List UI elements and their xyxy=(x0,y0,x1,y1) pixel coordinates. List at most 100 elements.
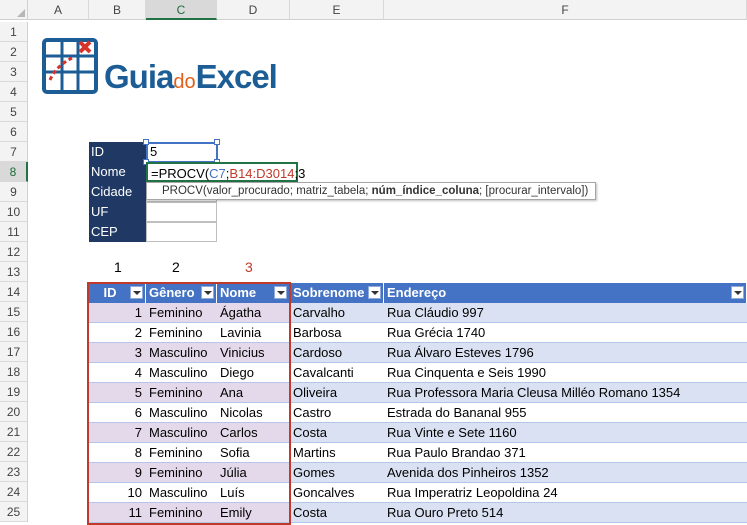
row-header-5[interactable]: 5 xyxy=(0,102,28,122)
row-header-4[interactable]: 4 xyxy=(0,82,28,102)
filter-dropdown-icon[interactable] xyxy=(368,286,381,299)
row-header-3[interactable]: 3 xyxy=(0,62,28,82)
table-cell[interactable]: Luís xyxy=(217,483,290,503)
table-cell[interactable]: Feminino xyxy=(146,463,217,483)
table-cell[interactable]: Ágatha xyxy=(217,303,290,323)
filter-dropdown-icon[interactable] xyxy=(201,286,214,299)
row-header-8[interactable]: 8 xyxy=(0,162,28,182)
table-cell[interactable]: Emily xyxy=(217,503,290,523)
selection-handle[interactable] xyxy=(214,139,220,145)
table-header-4[interactable]: Endereço xyxy=(384,283,747,303)
column-header-e[interactable]: E xyxy=(290,0,384,20)
row-header-14[interactable]: 14 xyxy=(0,282,28,302)
table-cell[interactable]: Gomes xyxy=(290,463,384,483)
row-header-25[interactable]: 25 xyxy=(0,502,28,522)
table-cell[interactable]: 1 xyxy=(89,303,146,323)
table-cell[interactable]: 5 xyxy=(89,383,146,403)
row-header-20[interactable]: 20 xyxy=(0,402,28,422)
table-cell[interactable]: Carlos xyxy=(217,423,290,443)
table-cell[interactable]: 10 xyxy=(89,483,146,503)
select-all-corner[interactable] xyxy=(0,0,28,20)
formula-edit-cell[interactable]: =PROCV(C7;B14:D3014;3 xyxy=(146,162,305,182)
table-cell[interactable]: Rua Paulo Brandao 371 xyxy=(384,443,747,463)
table-cell[interactable]: 6 xyxy=(89,403,146,423)
table-cell[interactable]: Rua Cláudio 997 xyxy=(384,303,747,323)
column-header-c[interactable]: C xyxy=(146,0,217,20)
table-cell[interactable]: Rua Grécia 1740 xyxy=(384,323,747,343)
table-cell[interactable]: Feminino xyxy=(146,323,217,343)
table-cell[interactable]: Carvalho xyxy=(290,303,384,323)
table-cell[interactable]: 7 xyxy=(89,423,146,443)
table-cell[interactable]: Masculino xyxy=(146,343,217,363)
table-cell[interactable]: Rua Imperatriz Leopoldina 24 xyxy=(384,483,747,503)
table-cell[interactable]: Masculino xyxy=(146,363,217,383)
row-header-23[interactable]: 23 xyxy=(0,462,28,482)
table-cell[interactable]: Lavinia xyxy=(217,323,290,343)
row-header-9[interactable]: 9 xyxy=(0,182,28,202)
table-cell[interactable]: Costa xyxy=(290,503,384,523)
table-cell[interactable]: Oliveira xyxy=(290,383,384,403)
row-header-21[interactable]: 21 xyxy=(0,422,28,442)
table-cell[interactable]: 8 xyxy=(89,443,146,463)
table-cell[interactable]: Barbosa xyxy=(290,323,384,343)
table-cell[interactable]: Júlia xyxy=(217,463,290,483)
lookup-value-uf[interactable] xyxy=(146,202,217,222)
column-header-f[interactable]: F xyxy=(384,0,747,20)
table-cell[interactable]: 3 xyxy=(89,343,146,363)
table-header-0[interactable]: ID xyxy=(89,283,146,303)
table-cell[interactable]: Rua Cinquenta e Seis 1990 xyxy=(384,363,747,383)
table-cell[interactable]: Diego xyxy=(217,363,290,383)
row-header-13[interactable]: 13 xyxy=(0,262,28,282)
row-header-22[interactable]: 22 xyxy=(0,442,28,462)
row-header-12[interactable]: 12 xyxy=(0,242,28,262)
table-cell[interactable]: Rua Professora Maria Cleusa Milléo Roman… xyxy=(384,383,747,403)
table-cell[interactable]: Rua Álvaro Esteves 1796 xyxy=(384,343,747,363)
filter-dropdown-icon[interactable] xyxy=(274,286,287,299)
column-header-b[interactable]: B xyxy=(89,0,146,20)
table-cell[interactable]: Feminino xyxy=(146,383,217,403)
table-cell[interactable]: Nicolas xyxy=(217,403,290,423)
row-header-7[interactable]: 7 xyxy=(0,142,28,162)
row-header-16[interactable]: 16 xyxy=(0,322,28,342)
row-header-6[interactable]: 6 xyxy=(0,122,28,142)
table-cell[interactable]: Rua Vinte e Sete 1160 xyxy=(384,423,747,443)
column-header-d[interactable]: D xyxy=(217,0,290,20)
row-header-10[interactable]: 10 xyxy=(0,202,28,222)
table-cell[interactable]: Feminino xyxy=(146,303,217,323)
lookup-value-cep[interactable] xyxy=(146,222,217,242)
row-header-17[interactable]: 17 xyxy=(0,342,28,362)
row-header-15[interactable]: 15 xyxy=(0,302,28,322)
table-cell[interactable]: Ana xyxy=(217,383,290,403)
table-cell[interactable]: Feminino xyxy=(146,443,217,463)
selection-handle[interactable] xyxy=(143,139,149,145)
table-cell[interactable]: Castro xyxy=(290,403,384,423)
table-cell[interactable]: Masculino xyxy=(146,423,217,443)
table-cell[interactable]: Masculino xyxy=(146,403,217,423)
row-header-19[interactable]: 19 xyxy=(0,382,28,402)
table-cell[interactable]: Sofia xyxy=(217,443,290,463)
filter-dropdown-icon[interactable] xyxy=(731,286,744,299)
table-cell[interactable]: Costa xyxy=(290,423,384,443)
row-header-1[interactable]: 1 xyxy=(0,22,28,42)
table-header-1[interactable]: Gênero xyxy=(146,283,217,303)
table-cell[interactable]: 11 xyxy=(89,503,146,523)
filter-dropdown-icon[interactable] xyxy=(130,286,143,299)
table-cell[interactable]: Vinicius xyxy=(217,343,290,363)
column-header-a[interactable]: A xyxy=(28,0,89,20)
table-cell[interactable]: Rua Ouro Preto 514 xyxy=(384,503,747,523)
table-cell[interactable]: Goncalves xyxy=(290,483,384,503)
table-cell[interactable]: Masculino xyxy=(146,483,217,503)
table-cell[interactable]: Estrada do Bananal 955 xyxy=(384,403,747,423)
table-cell[interactable]: 4 xyxy=(89,363,146,383)
table-cell[interactable]: 9 xyxy=(89,463,146,483)
table-header-2[interactable]: Nome xyxy=(217,283,290,303)
table-cell[interactable]: 2 xyxy=(89,323,146,343)
table-cell[interactable]: Feminino xyxy=(146,503,217,523)
table-cell[interactable]: Cavalcanti xyxy=(290,363,384,383)
table-cell[interactable]: Martins xyxy=(290,443,384,463)
row-header-2[interactable]: 2 xyxy=(0,42,28,62)
row-header-11[interactable]: 11 xyxy=(0,222,28,242)
table-cell[interactable]: Cardoso xyxy=(290,343,384,363)
row-header-18[interactable]: 18 xyxy=(0,362,28,382)
row-header-24[interactable]: 24 xyxy=(0,482,28,502)
